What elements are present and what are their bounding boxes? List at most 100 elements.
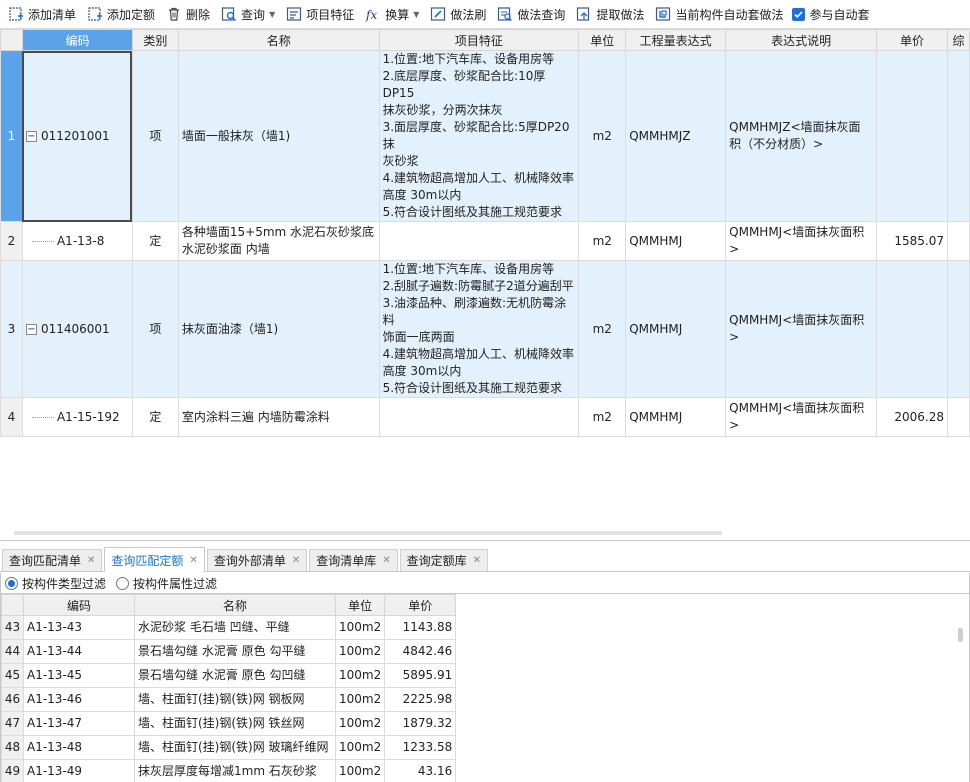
cell-name[interactable]: 室内涂料三遍 内墙防霉涂料 xyxy=(177,397,380,437)
cell-type[interactable]: 项 xyxy=(131,260,179,398)
table-row[interactable]: 44 A1-13-44 景石墙勾缝 水泥膏 原色 勾平缝 100m2 4842.… xyxy=(1,639,457,664)
cell-total[interactable] xyxy=(946,397,970,437)
cell-feature[interactable] xyxy=(378,397,580,437)
radio-unselected-icon[interactable] xyxy=(116,576,130,590)
cell-name[interactable]: 抹灰层厚度每增减1mm 石灰砂浆 xyxy=(134,759,336,782)
feature-button[interactable]: 项目特征 xyxy=(282,2,358,26)
row-number[interactable]: 46 xyxy=(1,687,24,712)
row-number[interactable]: 4 xyxy=(0,397,23,437)
cell-feature[interactable] xyxy=(378,221,580,261)
cell-unit[interactable]: m2 xyxy=(578,397,627,437)
table-row[interactable]: 47 A1-13-47 墙、柱面钉(挂)钢(铁)网 铁丝网 100m2 1879… xyxy=(1,711,457,736)
col-header-name[interactable]: 名称 xyxy=(134,594,336,616)
table-row[interactable]: 1 −011201001 项 墙面一般抹灰（墙1) 1.位置:地下汽车库、设备用… xyxy=(0,50,970,222)
cell-name[interactable]: 墙、柱面钉(挂)钢(铁)网 铁丝网 xyxy=(134,711,336,736)
cell-price[interactable]: 2225.98 xyxy=(384,687,457,712)
close-icon[interactable]: ✕ xyxy=(382,555,390,566)
col-header-total[interactable]: 综 xyxy=(946,29,970,51)
table-row[interactable]: 49 A1-13-49 抹灰层厚度每增减1mm 石灰砂浆 100m2 43.16 xyxy=(1,759,457,782)
cell-code[interactable]: A1-13-8 xyxy=(21,221,133,261)
row-number[interactable]: 44 xyxy=(1,639,24,664)
cell-name[interactable]: 景石墙勾缝 水泥膏 原色 勾凹缝 xyxy=(134,663,336,688)
cell-unit[interactable]: 100m2 xyxy=(334,711,386,736)
close-icon[interactable]: ✕ xyxy=(473,555,481,566)
cell-expr[interactable]: QMMHMJZ xyxy=(625,50,727,222)
tab-external-list[interactable]: 查询外部清单 ✕ xyxy=(206,549,308,571)
table-row[interactable]: 46 A1-13-46 墙、柱面钉(挂)钢(铁)网 钢板网 100m2 2225… xyxy=(1,687,457,712)
extract-method-button[interactable]: 提取做法 xyxy=(572,2,648,26)
cell-name[interactable]: 各种墙面15+5mm 水泥石灰砂浆底水泥砂浆面 内墙 xyxy=(177,221,380,261)
collapse-icon[interactable]: − xyxy=(25,130,37,142)
participate-auto-checkbox[interactable]: 参与自动套 xyxy=(792,6,869,23)
row-number[interactable]: 2 xyxy=(0,221,23,261)
close-icon[interactable]: ✕ xyxy=(292,555,300,566)
cell-code[interactable]: −011201001 xyxy=(21,50,133,222)
cell-expr-desc[interactable]: QMMHMJ<墙面抹灰面积 > xyxy=(725,260,877,398)
cell-type[interactable]: 定 xyxy=(131,397,179,437)
cell-type[interactable]: 定 xyxy=(131,221,179,261)
table-row[interactable]: 3 −011406001 项 抹灰面油漆（墙1) 1.位置:地下汽车库、设备用房… xyxy=(0,260,970,398)
cell-total[interactable] xyxy=(946,50,970,222)
cell-price[interactable] xyxy=(876,50,948,222)
cell-name[interactable]: 墙、柱面钉(挂)钢(铁)网 钢板网 xyxy=(134,687,336,712)
row-number[interactable]: 1 xyxy=(0,50,23,222)
col-header-expr[interactable]: 工程量表达式 xyxy=(625,29,727,51)
table-row[interactable]: 48 A1-13-48 墙、柱面钉(挂)钢(铁)网 玻璃纤维网 100m2 12… xyxy=(1,735,457,760)
cell-price[interactable]: 1233.58 xyxy=(384,735,457,760)
cell-unit[interactable]: m2 xyxy=(578,260,627,398)
delete-button[interactable]: 删除 xyxy=(162,2,214,26)
cell-price[interactable]: 1585.07 xyxy=(876,221,948,261)
chevron-down-icon[interactable]: ▼ xyxy=(413,10,419,19)
cell-price[interactable] xyxy=(876,260,948,398)
row-number[interactable]: 3 xyxy=(0,260,23,398)
cell-price[interactable]: 1879.32 xyxy=(384,711,457,736)
col-header-price[interactable]: 单价 xyxy=(384,594,457,616)
row-number[interactable]: 45 xyxy=(1,663,24,688)
cell-price[interactable]: 43.16 xyxy=(384,759,457,782)
tab-match-quota[interactable]: 查询匹配定额 ✕ xyxy=(104,547,205,572)
cell-code[interactable]: A1-13-46 xyxy=(23,687,135,712)
cell-total[interactable] xyxy=(946,221,970,261)
collapse-icon[interactable]: − xyxy=(25,323,37,335)
tab-quota-library[interactable]: 查询定额库 ✕ xyxy=(399,549,489,571)
method-brush-button[interactable]: 做法刷 xyxy=(426,2,490,26)
cell-expr-desc[interactable]: QMMHMJ<墙面抹灰面积 > xyxy=(725,221,877,261)
cell-unit[interactable]: 100m2 xyxy=(334,759,386,782)
cell-code[interactable]: A1-13-49 xyxy=(23,759,135,782)
cell-price[interactable]: 5895.91 xyxy=(384,663,457,688)
cell-code[interactable]: A1-13-47 xyxy=(23,711,135,736)
horizontal-scrollbar[interactable] xyxy=(14,531,722,535)
cell-expr[interactable]: QMMHMJ xyxy=(625,260,727,398)
vertical-scrollbar[interactable] xyxy=(958,628,963,642)
chevron-down-icon[interactable]: ▼ xyxy=(269,10,275,19)
cell-unit[interactable]: m2 xyxy=(578,50,627,222)
col-header-feature[interactable]: 项目特征 xyxy=(378,29,580,51)
cell-name[interactable]: 水泥砂浆 毛石墙 凹缝、平缝 xyxy=(134,615,336,640)
cell-unit[interactable]: 100m2 xyxy=(334,735,386,760)
cell-expr[interactable]: QMMHMJ xyxy=(625,221,727,261)
col-header-expr-desc[interactable]: 表达式说明 xyxy=(725,29,877,51)
cell-code[interactable]: A1-13-44 xyxy=(23,639,135,664)
filter-by-type-radio[interactable]: 按构件类型过滤 xyxy=(5,575,106,592)
add-list-button[interactable]: 添加清单 xyxy=(4,2,80,26)
add-quota-button[interactable]: 添加定额 xyxy=(83,2,159,26)
query-button[interactable]: 查询 ▼ xyxy=(217,2,279,26)
cell-name[interactable]: 景石墙勾缝 水泥膏 原色 勾平缝 xyxy=(134,639,336,664)
row-number[interactable]: 48 xyxy=(1,735,24,760)
table-row[interactable]: 4 A1-15-192 定 室内涂料三遍 内墙防霉涂料 m2 QMMHMJ QM… xyxy=(0,397,970,437)
cell-total[interactable] xyxy=(946,260,970,398)
tab-list-library[interactable]: 查询清单库 ✕ xyxy=(309,549,398,571)
row-number[interactable]: 49 xyxy=(1,759,24,782)
col-header-type[interactable]: 类别 xyxy=(131,29,179,51)
radio-selected-icon[interactable] xyxy=(5,576,18,590)
cell-code[interactable]: −011406001 xyxy=(21,260,133,398)
corner-header[interactable] xyxy=(0,29,23,51)
cell-expr-desc[interactable]: QMMHMJZ<墙面抹灰面 积（不分材质）> xyxy=(725,50,877,222)
cell-code[interactable]: A1-15-192 xyxy=(21,397,133,437)
table-row[interactable]: 2 A1-13-8 定 各种墙面15+5mm 水泥石灰砂浆底水泥砂浆面 内墙 m… xyxy=(0,221,970,261)
cell-feature[interactable]: 1.位置:地下汽车库、设备用房等 2.刮腻子遍数:防霉腻子2道分遍刮平 3.油漆… xyxy=(378,260,580,398)
table-row[interactable]: 43 A1-13-43 水泥砂浆 毛石墙 凹缝、平缝 100m2 1143.88 xyxy=(1,615,457,640)
cell-code[interactable]: A1-13-43 xyxy=(23,615,135,640)
cell-type[interactable]: 项 xyxy=(131,50,179,222)
cell-price[interactable]: 1143.88 xyxy=(384,615,457,640)
